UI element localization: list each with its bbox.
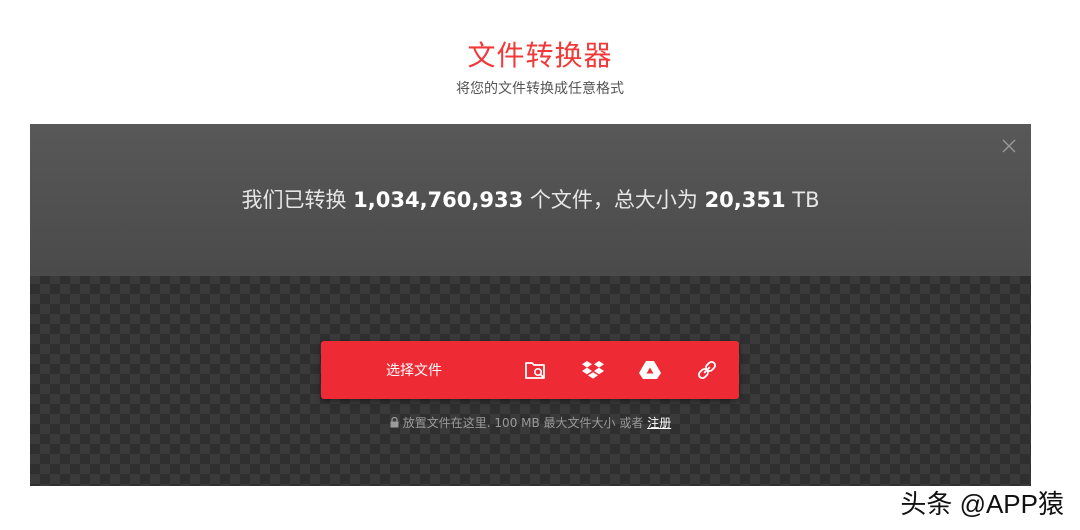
drop-hint: 放置文件在这里. 100 MB 最大文件大小 或者 注册: [30, 414, 1031, 431]
stats-banner: 我们已转换 1,034,760,933 个文件，总大小为 20,351 TB: [30, 124, 1031, 276]
upload-bar: 选择文件: [321, 341, 739, 399]
from-dropbox-button[interactable]: [564, 341, 621, 399]
folder-search-icon: [524, 362, 545, 379]
page: 文件转换器 将您的文件转换成任意格式 我们已转换 1,034,760,933 个…: [0, 0, 1080, 530]
stats-middle: 个文件，总大小为: [523, 188, 705, 212]
from-device-button[interactable]: [507, 341, 564, 399]
stats-prefix: 我们已转换: [241, 188, 354, 212]
from-google-drive-button[interactable]: [621, 341, 678, 399]
lock-icon: [390, 417, 399, 428]
google-drive-icon: [638, 361, 661, 379]
signup-link[interactable]: 注册: [647, 416, 671, 430]
page-title: 文件转换器: [467, 39, 613, 72]
link-icon: [697, 361, 716, 379]
close-icon[interactable]: [1001, 138, 1017, 154]
choose-files-button[interactable]: 选择文件: [321, 360, 507, 380]
watermark: 头条 @APP猿: [900, 489, 1064, 519]
page-subtitle: 将您的文件转换成任意格式: [456, 81, 624, 97]
conversion-stats: 我们已转换 1,034,760,933 个文件，总大小为 20,351 TB: [30, 184, 1031, 214]
size-unit: TB: [785, 188, 820, 212]
from-url-button[interactable]: [678, 341, 735, 399]
hint-text: 放置文件在这里. 100 MB 最大文件大小 或者: [402, 416, 648, 430]
files-count: 1,034,760,933: [353, 188, 524, 212]
converter-panel: 我们已转换 1,034,760,933 个文件，总大小为 20,351 TB 选…: [30, 124, 1031, 486]
total-size: 20,351: [704, 188, 786, 212]
dropbox-icon: [581, 361, 604, 379]
